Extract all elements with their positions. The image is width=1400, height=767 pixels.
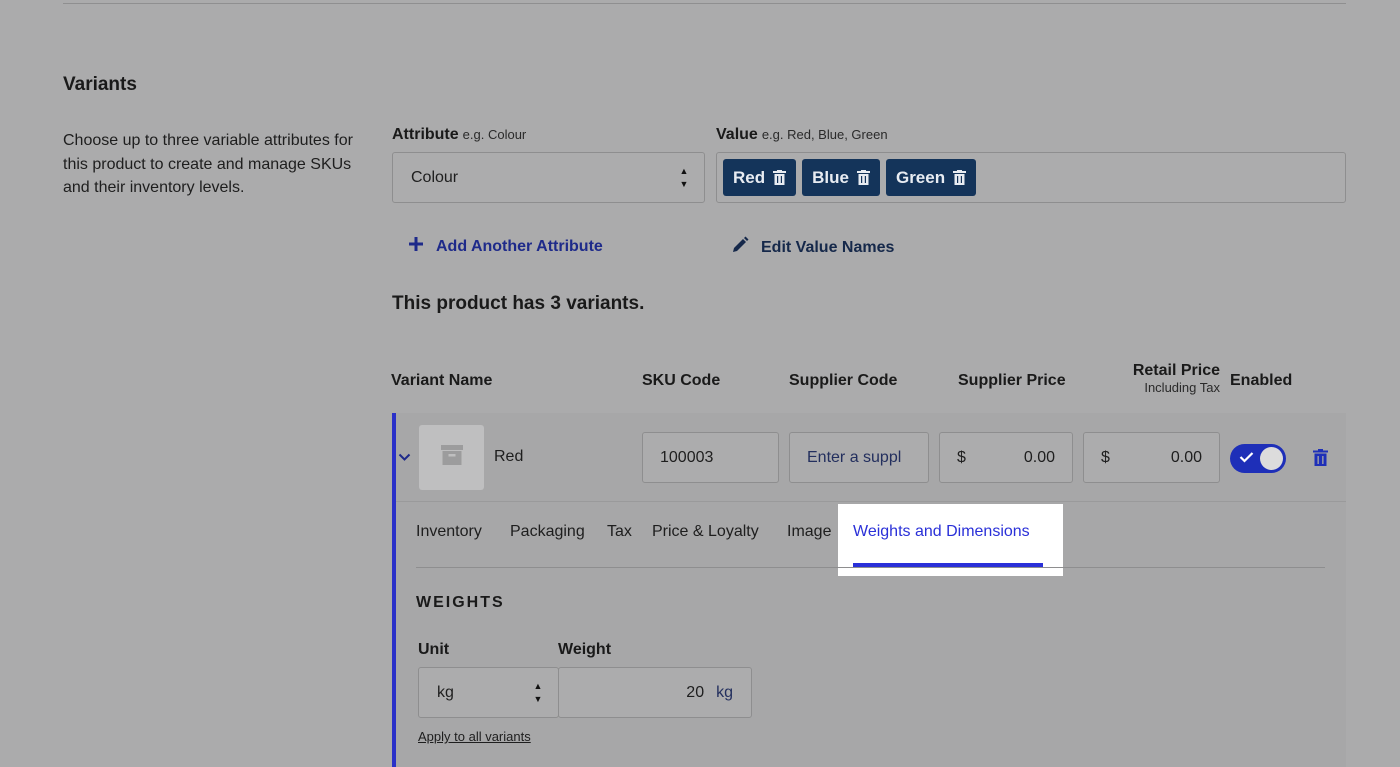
tab-image[interactable]: Image xyxy=(787,523,831,541)
header-sku-code: SKU Code xyxy=(642,372,721,389)
chip-label: Red xyxy=(733,167,766,187)
chip-label: Blue xyxy=(812,167,849,187)
tab-divider xyxy=(416,567,1325,568)
tab-inventory[interactable]: Inventory xyxy=(416,523,482,541)
value-label-text: Value xyxy=(716,126,758,143)
currency-symbol: $ xyxy=(1101,448,1110,466)
header-supplier-price: Supplier Price xyxy=(958,372,1066,389)
supplier-price-value: 0.00 xyxy=(1023,448,1055,466)
header-retail-price-sub: Including Tax xyxy=(1144,380,1220,395)
header-enabled: Enabled xyxy=(1230,372,1293,389)
currency-symbol: $ xyxy=(957,448,966,466)
unit-label: Unit xyxy=(418,641,450,658)
variant-image-thumb[interactable] xyxy=(419,425,484,490)
header-retail-price-label: Retail Price xyxy=(1132,362,1220,379)
value-chip-green[interactable]: Green xyxy=(885,159,977,196)
section-description: Choose up to three variable attributes f… xyxy=(63,132,353,196)
plus-icon xyxy=(408,236,424,257)
weights-heading: WEIGHTS xyxy=(416,594,505,611)
tab-weights-and-dimensions[interactable]: Weights and Dimensions xyxy=(853,523,1030,541)
retail-price-value: 0.00 xyxy=(1170,448,1202,466)
value-label: Value e.g. Red, Blue, Green xyxy=(716,126,888,144)
pencil-icon xyxy=(731,236,749,259)
supplier-code-placeholder: Enter a suppl xyxy=(807,448,902,466)
trash-icon[interactable] xyxy=(953,170,967,185)
weight-label: Weight xyxy=(558,641,612,658)
edit-value-names-label: Edit Value Names xyxy=(761,238,895,256)
value-chip-red[interactable]: Red xyxy=(723,159,797,196)
header-supplier-code: Supplier Code xyxy=(789,372,898,389)
chip-label: Green xyxy=(895,167,946,187)
value-chip-input[interactable]: Red Blue Green xyxy=(716,152,1346,203)
box-icon xyxy=(440,445,463,470)
retail-price-input[interactable]: $ 0.00 xyxy=(1083,432,1220,483)
attribute-select[interactable]: Colour ▲ ▼ xyxy=(392,152,705,203)
add-attribute-label: Add Another Attribute xyxy=(436,237,603,255)
sku-code-value: 100003 xyxy=(660,448,714,466)
tab-packaging[interactable]: Packaging xyxy=(510,523,585,541)
header-retail-price: Retail Price Including Tax xyxy=(1110,362,1220,395)
enabled-toggle[interactable] xyxy=(1230,444,1286,473)
attribute-label-text: Attribute xyxy=(392,126,459,143)
supplier-price-input[interactable]: $ 0.00 xyxy=(939,432,1073,483)
add-attribute-button[interactable]: Add Another Attribute xyxy=(408,236,603,257)
attribute-label: Attribute e.g. Colour xyxy=(392,126,526,144)
unit-select[interactable]: kg ▲ ▼ xyxy=(418,667,559,718)
toggle-knob xyxy=(1260,447,1283,470)
attribute-select-value: Colour xyxy=(411,168,459,186)
check-icon xyxy=(1239,450,1254,468)
edit-value-names-button[interactable]: Edit Value Names xyxy=(731,236,894,259)
section-title: Variants xyxy=(63,74,137,95)
tab-tax[interactable]: Tax xyxy=(607,523,632,541)
trash-icon[interactable] xyxy=(856,170,870,185)
weight-input[interactable]: 20 kg xyxy=(558,667,752,718)
spinner-icon: ▲ ▼ xyxy=(679,166,689,189)
variant-name: Red xyxy=(494,448,524,465)
trash-icon[interactable] xyxy=(773,170,787,185)
trash-icon[interactable] xyxy=(1313,449,1328,471)
variant-count: This product has 3 variants. xyxy=(392,293,645,314)
header-variant-name: Variant Name xyxy=(391,372,493,389)
spinner-icon: ▲ ▼ xyxy=(533,681,543,704)
section-divider xyxy=(63,3,1346,4)
value-hint: e.g. Red, Blue, Green xyxy=(761,127,888,142)
value-chip-blue[interactable]: Blue xyxy=(802,159,880,196)
tab-price-loyalty[interactable]: Price & Loyalty xyxy=(652,523,759,541)
weight-value: 20 xyxy=(686,683,705,701)
apply-to-all-variants-link[interactable]: Apply to all variants xyxy=(418,729,531,744)
active-row-indicator xyxy=(392,413,396,767)
sku-code-input[interactable]: 100003 xyxy=(642,432,779,483)
weight-unit-suffix: kg xyxy=(716,683,733,701)
row-divider xyxy=(396,501,1346,502)
supplier-code-input[interactable]: Enter a suppl xyxy=(789,432,929,483)
unit-select-value: kg xyxy=(437,683,454,701)
active-tab-underline xyxy=(853,563,1043,567)
attribute-hint: e.g. Colour xyxy=(462,127,527,142)
chevron-down-icon[interactable] xyxy=(398,449,411,467)
